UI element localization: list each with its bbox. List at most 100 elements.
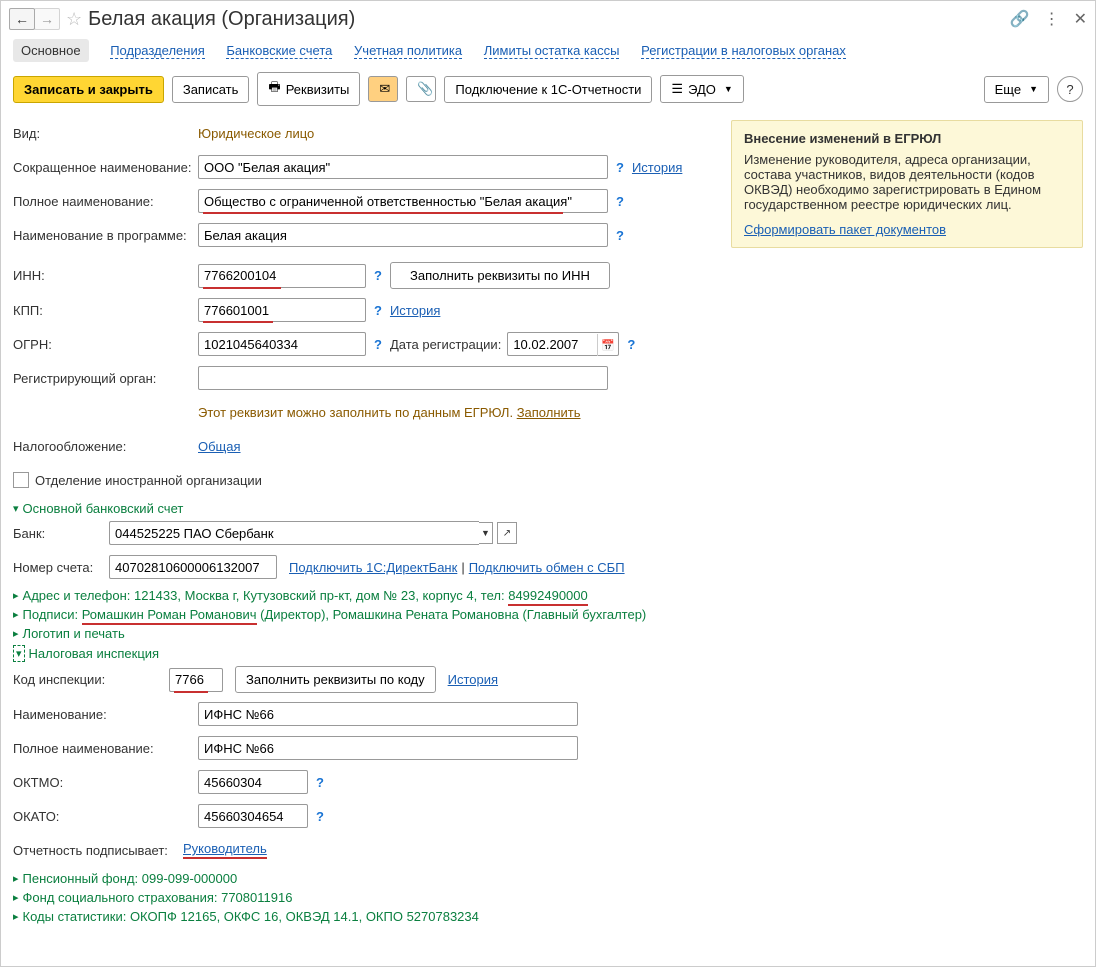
taxation-link[interactable]: Общая xyxy=(198,439,241,454)
favorite-icon[interactable]: ☆ xyxy=(66,9,82,30)
oktmo-input[interactable] xyxy=(198,770,308,794)
bank-account-section[interactable]: ▾Основной банковский счет xyxy=(13,501,719,516)
short-name-input[interactable] xyxy=(198,155,608,179)
help-icon[interactable]: ? xyxy=(616,194,624,209)
help-icon[interactable]: ? xyxy=(374,303,382,318)
mail-button[interactable]: ✉ xyxy=(368,76,398,102)
forward-button[interactable]: → xyxy=(34,8,60,30)
signer-link[interactable]: Руководитель xyxy=(183,841,267,859)
tab-subdivisions[interactable]: Подразделения xyxy=(110,43,205,59)
doc-icon: ☰ xyxy=(671,81,683,97)
chevron-down-icon: ▾ xyxy=(13,645,25,662)
history-link[interactable]: История xyxy=(448,672,498,687)
foreign-checkbox[interactable] xyxy=(13,472,29,488)
okato-input[interactable] xyxy=(198,804,308,828)
chevron-down-icon: ▼ xyxy=(724,84,733,94)
requisites-button[interactable]: 🖶Реквизиты xyxy=(257,72,360,106)
connect-1c-button[interactable]: Подключение к 1С-Отчетности xyxy=(444,76,652,103)
help-icon[interactable]: ? xyxy=(616,228,624,243)
print-icon: 🖶 xyxy=(268,78,280,100)
tab-tax-registration[interactable]: Регистрации в налоговых органах xyxy=(641,43,846,59)
help-icon[interactable]: ? xyxy=(316,809,324,824)
help-icon[interactable]: ? xyxy=(374,337,382,352)
chevron-down-icon: ▼ xyxy=(1029,84,1038,94)
infobox-title: Внесение изменений в ЕГРЮЛ xyxy=(744,131,1070,146)
prog-name-label: Наименование в программе: xyxy=(13,228,198,243)
help-icon[interactable]: ? xyxy=(316,775,324,790)
kind-label: Вид: xyxy=(13,126,198,141)
tab-bank-accounts[interactable]: Банковские счета xyxy=(226,43,332,59)
regorg-label: Регистрирующий орган: xyxy=(13,371,198,386)
egrul-infobox: Внесение изменений в ЕГРЮЛ Изменение рук… xyxy=(731,120,1083,248)
kebab-icon[interactable]: ⋮ xyxy=(1044,9,1060,29)
calendar-icon[interactable]: 📅 xyxy=(597,334,617,356)
regdate-label: Дата регистрации: xyxy=(390,337,501,352)
bank-open[interactable]: ↗ xyxy=(497,522,517,544)
inn-label: ИНН: xyxy=(13,268,198,283)
more-button[interactable]: Еще▼ xyxy=(984,76,1049,103)
edo-button[interactable]: ☰ЭДО▼ xyxy=(660,75,743,103)
chevron-right-icon: ▸ xyxy=(13,589,19,602)
back-button[interactable]: ← xyxy=(9,8,35,30)
history-link[interactable]: История xyxy=(632,160,682,175)
address-section[interactable]: ▸Адрес и телефон: 121433, Москва г, Куту… xyxy=(13,588,719,603)
chevron-right-icon: ▸ xyxy=(13,627,19,640)
chevron-right-icon: ▸ xyxy=(13,891,19,904)
iname-input[interactable] xyxy=(198,702,578,726)
kpp-label: КПП: xyxy=(13,303,198,318)
iname-label: Наименование: xyxy=(13,707,198,722)
help-icon[interactable]: ? xyxy=(616,160,624,175)
signer-label: Отчетность подписывает: xyxy=(13,843,183,858)
chevron-down-icon: ▾ xyxy=(13,502,19,515)
taxation-label: Налогообложение: xyxy=(13,439,198,454)
attach-button[interactable]: 📎 xyxy=(406,76,436,102)
save-close-button[interactable]: Записать и закрыть xyxy=(13,76,164,103)
fill-link[interactable]: Заполнить xyxy=(517,405,581,420)
full-name-input[interactable] xyxy=(198,189,608,213)
chevron-right-icon: ▸ xyxy=(13,608,19,621)
sbp-link[interactable]: Подключить обмен с СБП xyxy=(469,560,625,575)
regorg-hint: Этот реквизит можно заполнить по данным … xyxy=(198,405,581,420)
help-icon[interactable]: ? xyxy=(374,268,382,283)
page-title: Белая акация (Организация) xyxy=(88,8,1010,31)
form-documents-link[interactable]: Сформировать пакет документов xyxy=(744,222,946,237)
ifull-input[interactable] xyxy=(198,736,578,760)
bank-label: Банк: xyxy=(13,526,109,541)
ogrn-label: ОГРН: xyxy=(13,337,198,352)
accnum-input[interactable] xyxy=(109,555,277,579)
ifull-label: Полное наименование: xyxy=(13,741,198,756)
tab-accounting-policy[interactable]: Учетная политика xyxy=(354,43,462,59)
code-label: Код инспекции: xyxy=(13,672,169,687)
accnum-label: Номер счета: xyxy=(13,560,109,575)
save-button[interactable]: Записать xyxy=(172,76,250,103)
help-button[interactable]: ? xyxy=(1057,76,1083,102)
tab-main[interactable]: Основное xyxy=(13,39,89,62)
fill-by-code-button[interactable]: Заполнить реквизиты по коду xyxy=(235,666,436,693)
chevron-right-icon: ▸ xyxy=(13,910,19,923)
fill-by-inn-button[interactable]: Заполнить реквизиты по ИНН xyxy=(390,262,610,289)
pension-fund-section[interactable]: ▸Пенсионный фонд: 099-099-000000 xyxy=(13,871,719,886)
ogrn-input[interactable] xyxy=(198,332,366,356)
code-input[interactable] xyxy=(169,668,223,692)
statistics-codes-section[interactable]: ▸Коды статистики: ОКОПФ 12165, ОКФС 16, … xyxy=(13,909,719,924)
inn-input[interactable] xyxy=(198,264,366,288)
fss-section[interactable]: ▸Фонд социального страхования: 770801191… xyxy=(13,890,719,905)
help-icon[interactable]: ? xyxy=(627,337,635,352)
tab-cash-limits[interactable]: Лимиты остатка кассы xyxy=(484,43,620,59)
bank-input[interactable] xyxy=(109,521,479,545)
bank-dropdown[interactable]: ▼ xyxy=(479,522,493,544)
tax-inspection-section[interactable]: ▾Налоговая инспекция xyxy=(13,645,719,662)
chevron-right-icon: ▸ xyxy=(13,872,19,885)
prog-name-input[interactable] xyxy=(198,223,608,247)
history-link[interactable]: История xyxy=(390,303,440,318)
close-icon[interactable]: ✕ xyxy=(1074,9,1087,29)
infobox-body: Изменение руководителя, адреса организац… xyxy=(744,152,1070,212)
signatures-section[interactable]: ▸Подписи: Ромашкин Роман Романович (Дире… xyxy=(13,607,719,622)
kind-value: Юридическое лицо xyxy=(198,126,314,141)
logo-section[interactable]: ▸Логотип и печать xyxy=(13,626,719,641)
regorg-input[interactable] xyxy=(198,366,608,390)
directbank-link[interactable]: Подключить 1С:ДиректБанк xyxy=(289,560,457,575)
short-name-label: Сокращенное наименование: xyxy=(13,160,198,175)
link-icon[interactable]: 🔗 xyxy=(1010,9,1030,29)
kpp-input[interactable] xyxy=(198,298,366,322)
